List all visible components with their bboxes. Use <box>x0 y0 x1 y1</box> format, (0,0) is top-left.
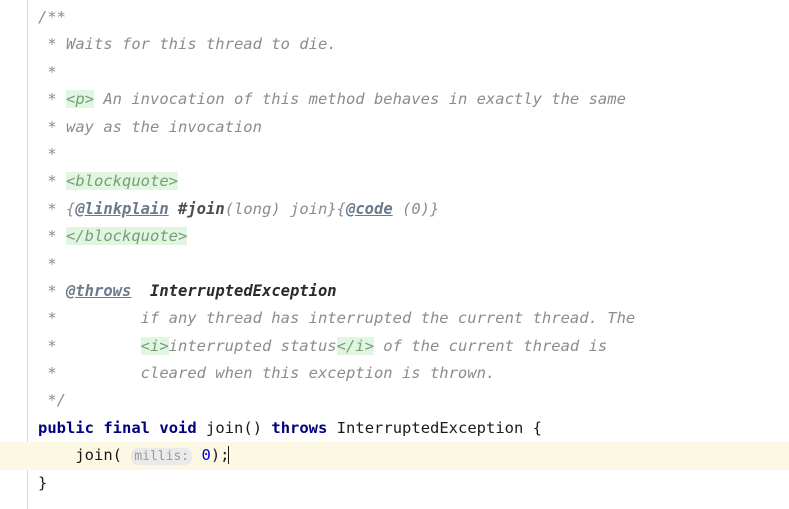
keyword-public: public <box>38 418 94 437</box>
code-line[interactable]: * if any thread has interrupted the curr… <box>0 305 789 332</box>
brace-open: { <box>66 199 76 218</box>
code-line[interactable]: * <i>interrupted status</i> of the curre… <box>0 333 789 360</box>
comment-text: way as the invocation <box>66 117 262 136</box>
comment-asterisk: * <box>38 117 66 136</box>
comment-asterisk: * <box>38 309 66 328</box>
comment-asterisk: * <box>38 281 66 300</box>
method-call: join( <box>75 446 132 465</box>
html-tag-blockquote-open: <blockquote> <box>66 172 178 191</box>
javadoc-tag-code[interactable]: @code <box>346 200 393 218</box>
comment-asterisk: * <box>38 227 66 246</box>
comment-asterisk: * <box>38 62 57 81</box>
keyword-void: void <box>159 418 197 437</box>
comment-text: An invocation of this method behaves in … <box>94 90 626 109</box>
comment-text: (0)} <box>392 199 440 218</box>
comment-text: if any thread has interrupted the curren… <box>140 309 636 328</box>
comment-open-token: /** <box>38 8 66 26</box>
comment-text: Waits for this thread to die. <box>66 35 337 54</box>
comment-asterisk: * <box>38 364 66 383</box>
html-tag-p: <p> <box>66 90 94 109</box>
html-tag-i-open: <i> <box>140 336 169 355</box>
html-tag-i-close: </i> <box>336 336 374 355</box>
comment-asterisk: * <box>38 172 66 191</box>
comment-asterisk: * <box>38 254 57 273</box>
comment-asterisk: * <box>38 199 66 218</box>
code-line[interactable]: } <box>0 470 789 497</box>
code-line-current[interactable]: join( millis: 0); <box>0 442 789 470</box>
comment-text: interrupted status <box>168 336 337 355</box>
comment-close-token: */ <box>38 391 66 410</box>
code-line[interactable]: */ <box>0 387 789 414</box>
comment-text: cleared when this exception is thrown. <box>140 364 496 383</box>
keyword-final: final <box>103 418 151 437</box>
code-line[interactable]: * <p> An invocation of this method behav… <box>0 86 789 113</box>
code-line[interactable]: * way as the invocation <box>0 114 789 141</box>
comment-text: of the current thread is <box>373 336 608 355</box>
comment-asterisk: * <box>38 35 66 54</box>
code-line[interactable]: /** <box>0 4 789 31</box>
code-line[interactable]: * <box>0 59 789 86</box>
code-line[interactable]: * <box>0 141 789 168</box>
text-caret <box>228 446 230 465</box>
code-line[interactable]: * cleared when this exception is thrown. <box>0 360 789 387</box>
keyword-throws: throws <box>271 418 328 437</box>
code-line[interactable]: * <blockquote> <box>0 168 789 195</box>
number-literal: 0 <box>201 446 211 465</box>
code-line-method-signature[interactable]: public final void join() throws Interrup… <box>0 415 789 442</box>
javadoc-tag-linkplain[interactable]: @linkplain <box>75 200 168 218</box>
code-line[interactable]: * {@linkplain #join(long) join}{@code (0… <box>0 196 789 223</box>
comment-asterisk: * <box>38 336 66 355</box>
comment-text: (long) join}{ <box>224 199 347 218</box>
code-line[interactable]: * Waits for this thread to die. <box>0 31 789 58</box>
closing-brace: } <box>38 473 48 492</box>
javadoc-link-target[interactable]: #join <box>178 200 225 218</box>
javadoc-exception-name: InterruptedException <box>150 281 337 300</box>
comment-asterisk: * <box>38 144 57 163</box>
exception-type: InterruptedException { <box>336 418 543 437</box>
code-lines-container: /** * Waits for this thread to die. * * … <box>0 4 789 497</box>
method-call-close: ); <box>210 446 230 465</box>
inlay-parameter-hint[interactable]: millis: <box>131 448 193 466</box>
html-tag-blockquote-close: </blockquote> <box>66 227 188 246</box>
code-line[interactable]: * @throws InterruptedException <box>0 278 789 305</box>
code-line[interactable]: * <box>0 251 789 278</box>
method-signature: join() <box>206 418 272 437</box>
comment-asterisk: * <box>38 90 66 109</box>
code-editor[interactable]: /** * Waits for this thread to die. * * … <box>0 0 789 509</box>
code-line[interactable]: * </blockquote> <box>0 223 789 250</box>
javadoc-tag-throws[interactable]: @throws <box>66 282 131 300</box>
